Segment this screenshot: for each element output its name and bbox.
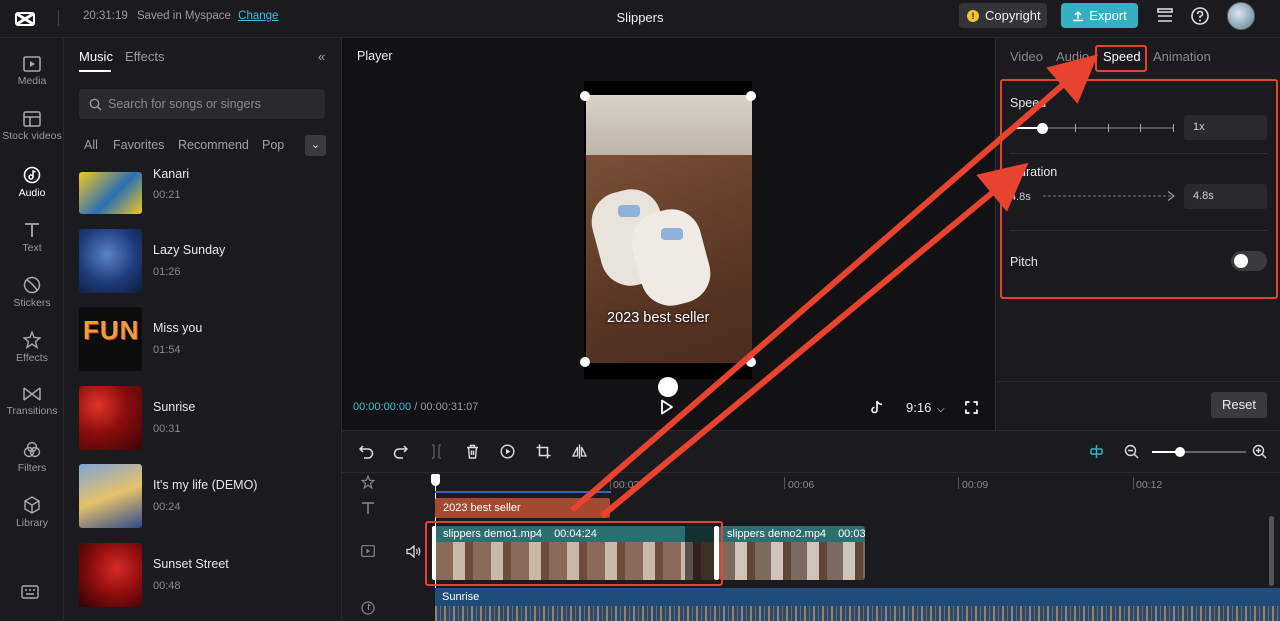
annotation-arrow <box>600 162 1029 519</box>
annotation-arrow <box>570 54 1099 513</box>
annotation-arrows <box>570 54 1099 519</box>
